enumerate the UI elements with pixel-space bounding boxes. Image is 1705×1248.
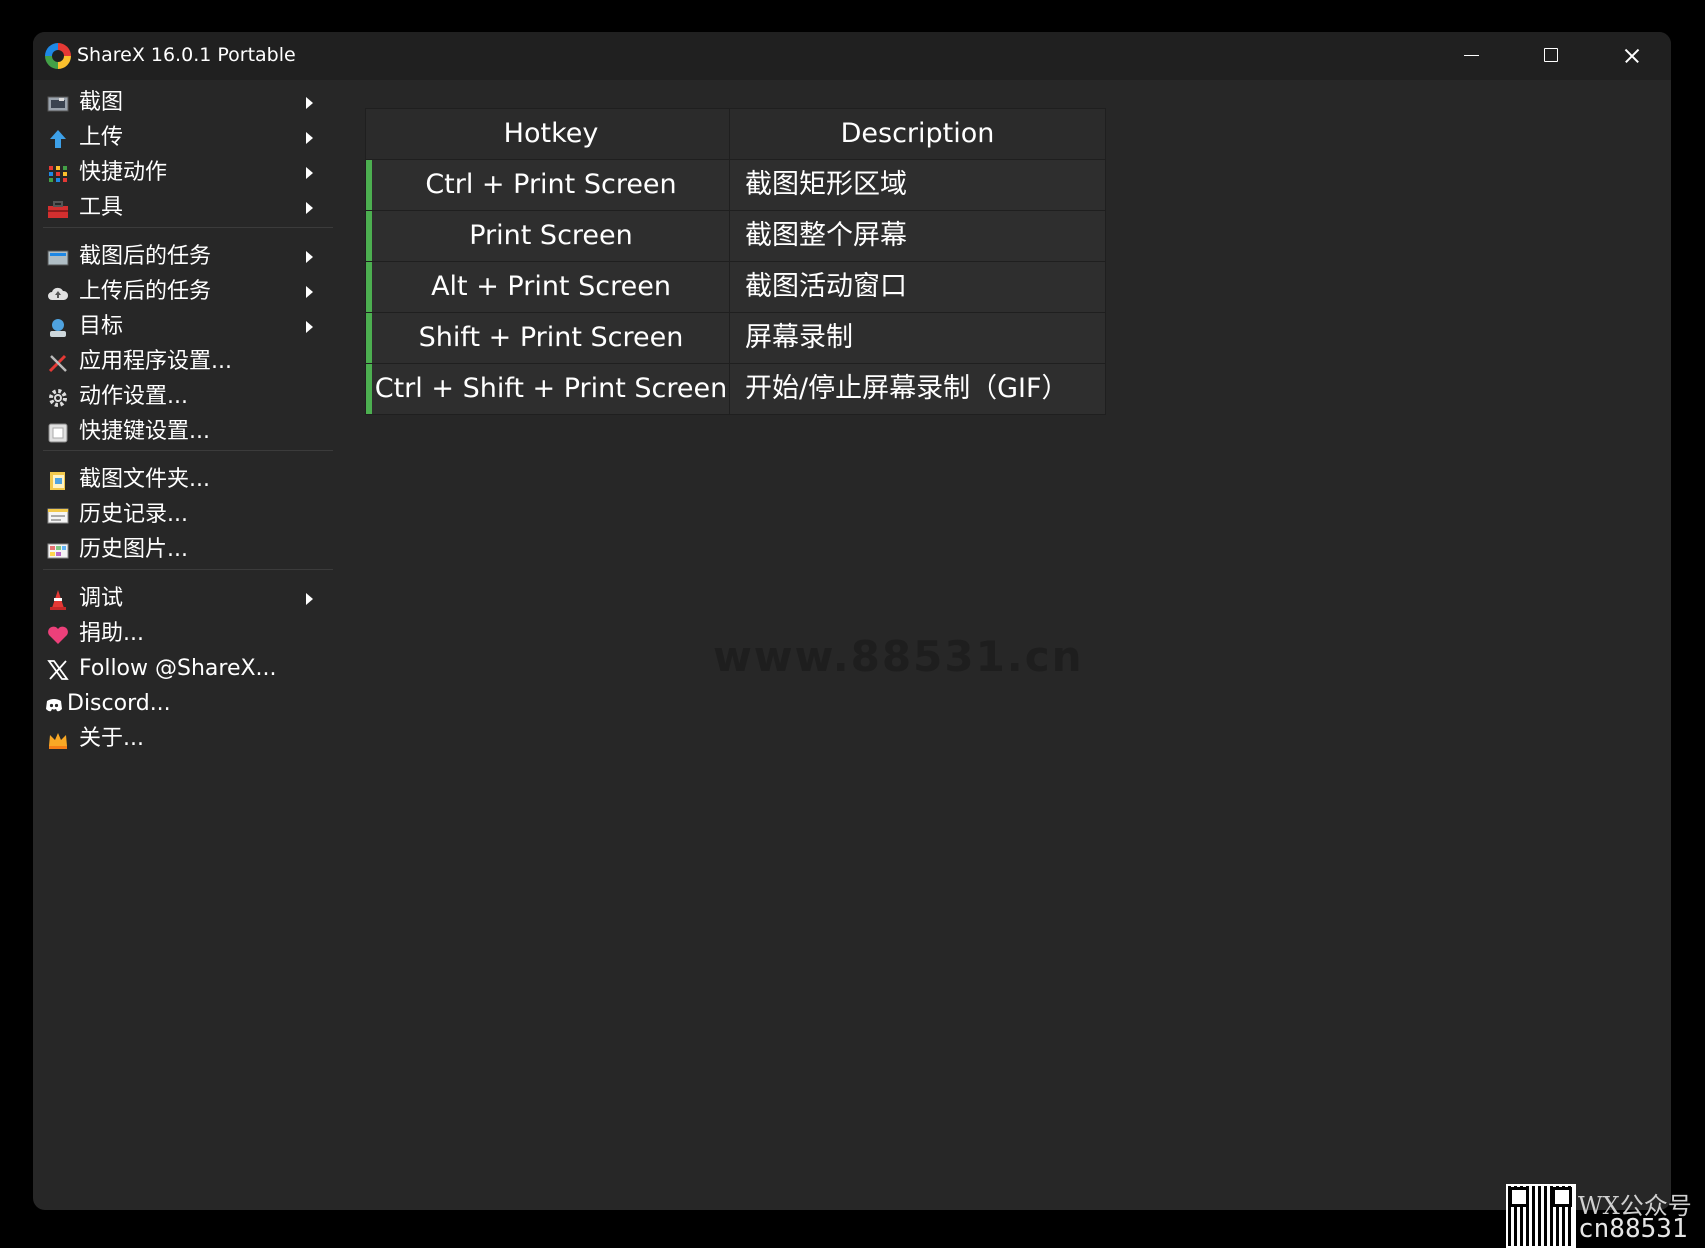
menu-item-label: 目标 — [79, 314, 124, 339]
menu-item-label: 历史图片... — [79, 537, 188, 562]
hotkey-cell: Shift + Print Screen — [418, 322, 684, 353]
menu-item-keyboard-key[interactable]: 快捷键设置... — [43, 415, 343, 449]
menu-item-label: 截图 — [79, 90, 124, 115]
menu-item-label: 调试 — [79, 586, 124, 611]
menu-item-label: 动作设置... — [79, 384, 188, 409]
x-logo-icon — [47, 658, 69, 680]
watermark-text: www.88531.cn — [713, 632, 1084, 681]
crown-icon — [47, 728, 69, 750]
table-row[interactable]: Print Screen 截图整个屏幕 — [366, 211, 1105, 262]
menu-item-history-list[interactable]: 历史记录... — [43, 498, 343, 532]
column-header-hotkey[interactable]: Hotkey — [373, 109, 729, 159]
destination-icon — [47, 316, 69, 338]
cloud-icon — [47, 281, 69, 303]
menu-item-label: 上传后的任务 — [79, 279, 212, 304]
hotkey-cell: Ctrl + Shift + Print Screen — [374, 373, 728, 404]
hotkey-cell: Print Screen — [469, 220, 633, 251]
menu-item-upload-arrow[interactable]: 上传 — [43, 121, 343, 155]
description-cell: 截图整个屏幕 — [729, 211, 1105, 261]
menu-item-toolbox[interactable]: 工具 — [43, 191, 343, 225]
heart-icon — [47, 623, 69, 645]
menu-item-x-logo[interactable]: Follow @ShareX... — [43, 652, 343, 686]
menu-item-label: 截图后的任务 — [79, 244, 212, 269]
menu-item-heart[interactable]: 捐助... — [43, 617, 343, 651]
menu-item-label: 快捷动作 — [79, 160, 168, 185]
column-header-description[interactable]: Description — [729, 109, 1105, 159]
submenu-arrow-icon — [306, 167, 313, 179]
submenu-arrow-icon — [306, 286, 313, 298]
submenu-arrow-icon — [306, 97, 313, 109]
menu-item-label: 捐助... — [79, 621, 144, 646]
table-row[interactable]: Ctrl + Print Screen 截图矩形区域 — [366, 160, 1105, 211]
gear-icon — [47, 386, 69, 408]
menu-item-label: Follow @ShareX... — [79, 656, 277, 681]
menu-item-label: Discord... — [67, 691, 171, 716]
hotkey-cell: Ctrl + Print Screen — [425, 169, 677, 200]
wrench-screwdriver-icon — [47, 351, 69, 373]
description-cell: 开始/停止屏幕录制（GIF） — [729, 364, 1105, 414]
table-header-row: Hotkey Description — [366, 109, 1105, 160]
submenu-arrow-icon — [306, 321, 313, 333]
discord-icon — [43, 693, 65, 715]
maximize-button[interactable] — [1511, 32, 1591, 80]
submenu-arrow-icon — [306, 202, 313, 214]
capture-icon — [47, 92, 69, 114]
menu-separator — [43, 450, 333, 451]
menu-item-label: 快捷键设置... — [79, 419, 210, 444]
menu-item-gear[interactable]: 动作设置... — [43, 380, 343, 414]
menu-item-label: 应用程序设置... — [79, 349, 232, 374]
after-capture-icon — [47, 246, 69, 268]
sharex-window: ShareX 16.0.1 Portable 截图上传快捷动作工具截图后的任务上… — [33, 32, 1671, 1210]
table-row[interactable]: Shift + Print Screen 屏幕录制 — [366, 313, 1105, 364]
menu-item-crown[interactable]: 关于... — [43, 722, 343, 756]
menu-item-discord[interactable]: Discord... — [43, 687, 343, 721]
description-cell: 截图矩形区域 — [729, 160, 1105, 210]
menu-item-after-capture[interactable]: 截图后的任务 — [43, 240, 343, 274]
menu-item-label: 工具 — [79, 195, 124, 220]
window-title: ShareX 16.0.1 Portable — [77, 44, 296, 66]
menu-item-label: 上传 — [79, 125, 124, 150]
submenu-arrow-icon — [306, 251, 313, 263]
menu-separator — [43, 227, 333, 228]
title-bar: ShareX 16.0.1 Portable — [33, 32, 1671, 80]
grid-dots-icon — [47, 162, 69, 184]
history-list-icon — [47, 504, 69, 526]
keyboard-key-icon — [47, 421, 69, 443]
close-button[interactable] — [1591, 32, 1671, 80]
menu-item-cloud[interactable]: 上传后的任务 — [43, 275, 343, 309]
menu-item-folder[interactable]: 截图文件夹... — [43, 463, 343, 497]
sharex-logo-icon — [45, 43, 71, 69]
hotkey-table: Hotkey Description Ctrl + Print Screen 截图… — [365, 108, 1106, 415]
table-row[interactable]: Ctrl + Shift + Print Screen 开始/停止屏幕录制（GIF… — [366, 364, 1105, 414]
menu-item-traffic-cone[interactable]: 调试 — [43, 582, 343, 616]
menu-item-destination[interactable]: 目标 — [43, 310, 343, 344]
menu-item-grid-dots[interactable]: 快捷动作 — [43, 156, 343, 190]
menu-item-label: 历史记录... — [79, 502, 188, 527]
traffic-cone-icon — [47, 588, 69, 610]
upload-arrow-icon — [47, 127, 69, 149]
folder-icon — [47, 469, 69, 491]
corner-badge-line2: cn88531 — [1578, 1214, 1688, 1244]
hotkey-cell: Alt + Print Screen — [431, 271, 671, 302]
menu-item-label: 关于... — [79, 726, 144, 751]
menu-item-label: 截图文件夹... — [79, 467, 210, 492]
toolbox-icon — [47, 197, 69, 219]
menu-item-capture[interactable]: 截图 — [43, 86, 343, 120]
image-history-icon — [47, 539, 69, 561]
minimize-button[interactable] — [1431, 32, 1511, 80]
menu-item-image-history[interactable]: 历史图片... — [43, 533, 343, 567]
submenu-arrow-icon — [306, 132, 313, 144]
table-row[interactable]: Alt + Print Screen 截图活动窗口 — [366, 262, 1105, 313]
menu-item-wrench-screwdriver[interactable]: 应用程序设置... — [43, 345, 343, 379]
menu-separator — [43, 569, 333, 570]
description-cell: 屏幕录制 — [729, 313, 1105, 363]
description-cell: 截图活动窗口 — [729, 262, 1105, 312]
submenu-arrow-icon — [306, 593, 313, 605]
qr-code-icon — [1506, 1184, 1576, 1248]
